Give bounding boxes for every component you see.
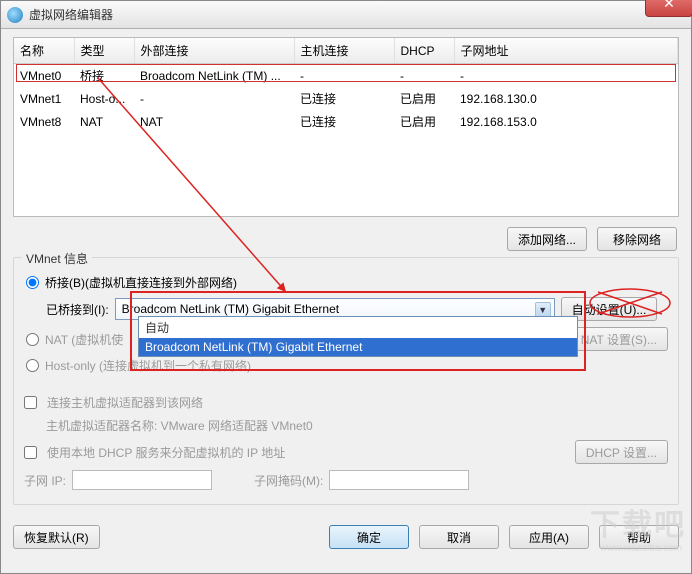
use-dhcp-label: 使用本地 DHCP 服务来分配虚拟机的 IP 地址 (47, 444, 285, 461)
col-name[interactable]: 名称 (14, 38, 74, 64)
restore-defaults-button[interactable]: 恢复默认(R) (13, 525, 100, 549)
bridge-adapter-dropdown[interactable]: 自动 Broadcom NetLink (TM) Gigabit Etherne… (138, 316, 578, 357)
titlebar: 虚拟网络编辑器 ✕ (1, 1, 691, 29)
network-table[interactable]: 名称 类型 外部连接 主机连接 DHCP 子网地址 VMnet0 桥接 Broa… (13, 37, 679, 217)
cell: 已连接 (294, 87, 394, 110)
subnet-mask-label: 子网掩码(M): (254, 472, 323, 489)
chk-conn-host-adapter[interactable] (24, 396, 37, 409)
cell: NAT (134, 110, 294, 133)
cell: NAT (74, 110, 134, 133)
cancel-button[interactable]: 取消 (419, 525, 499, 549)
cell: - (294, 64, 394, 88)
cell: 192.168.130.0 (454, 87, 678, 110)
cell: VMnet0 (14, 64, 74, 88)
radio-bridge-label: 桥接(B)(虚拟机直接连接到外部网络) (45, 274, 237, 291)
cell: - (134, 87, 294, 110)
radio-hostonly-label: Host-only (连接虚拟机到一个私有网络) (45, 357, 251, 374)
table-row[interactable]: VMnet8 NAT NAT 已连接 已启用 192.168.153.0 (14, 110, 678, 133)
cell: 已启用 (394, 87, 454, 110)
ok-button[interactable]: 确定 (329, 525, 409, 549)
dropdown-option-auto[interactable]: 自动 (139, 317, 577, 338)
cell: Broadcom NetLink (TM) ... (134, 64, 294, 88)
remove-network-button[interactable]: 移除网络 (597, 227, 677, 251)
apply-button[interactable]: 应用(A) (509, 525, 589, 549)
dropdown-option-broadcom[interactable]: Broadcom NetLink (TM) Gigabit Ethernet (139, 338, 577, 356)
chk-use-dhcp[interactable] (24, 446, 37, 459)
radio-hostonly[interactable] (26, 359, 39, 372)
help-button[interactable]: 帮助 (599, 525, 679, 549)
subnet-ip-label: 子网 IP: (24, 472, 66, 489)
window-title: 虚拟网络编辑器 (29, 6, 113, 23)
combo-value: Broadcom NetLink (TM) Gigabit Ethernet (122, 302, 339, 316)
radio-nat[interactable] (26, 333, 39, 346)
col-ext[interactable]: 外部连接 (134, 38, 294, 64)
cell: 192.168.153.0 (454, 110, 678, 133)
col-subnet[interactable]: 子网地址 (454, 38, 678, 64)
col-dhcp[interactable]: DHCP (394, 38, 454, 64)
content-area: 名称 类型 外部连接 主机连接 DHCP 子网地址 VMnet0 桥接 Broa… (1, 29, 691, 521)
conn-host-adapter-label: 连接主机虚拟适配器到该网络 (47, 394, 203, 411)
cell: Host-o... (74, 87, 134, 110)
dialog-window: 虚拟网络编辑器 ✕ 名称 类型 外部连接 主机连接 DHCP 子网地址 VMne… (0, 0, 692, 574)
bridge-to-label: 已桥接到(I): (46, 301, 109, 318)
radio-nat-label: NAT (虚拟机使 (45, 331, 123, 348)
cell: 桥接 (74, 64, 134, 88)
cell: 已连接 (294, 110, 394, 133)
cell: VMnet8 (14, 110, 74, 133)
add-network-button[interactable]: 添加网络... (507, 227, 587, 251)
host-adapter-name: 主机虚拟适配器名称: VMware 网络适配器 VMnet0 (46, 417, 313, 434)
cell: 已启用 (394, 110, 454, 133)
table-row[interactable]: VMnet0 桥接 Broadcom NetLink (TM) ... - - … (14, 64, 678, 88)
subnet-mask-input[interactable] (329, 470, 469, 490)
cell: - (394, 64, 454, 88)
app-icon (7, 7, 23, 23)
cell: VMnet1 (14, 87, 74, 110)
col-host[interactable]: 主机连接 (294, 38, 394, 64)
subnet-ip-input[interactable] (72, 470, 212, 490)
radio-bridge[interactable] (26, 276, 39, 289)
vmnet-info-group: VMnet 信息 桥接(B)(虚拟机直接连接到外部网络) 已桥接到(I): Br… (13, 257, 679, 505)
nat-settings-button[interactable]: NAT 设置(S)... (570, 327, 668, 351)
col-type[interactable]: 类型 (74, 38, 134, 64)
table-row[interactable]: VMnet1 Host-o... - 已连接 已启用 192.168.130.0 (14, 87, 678, 110)
close-button[interactable]: ✕ (645, 0, 692, 17)
cell: - (454, 64, 678, 88)
group-title: VMnet 信息 (22, 250, 92, 267)
dhcp-settings-button[interactable]: DHCP 设置... (575, 440, 668, 464)
